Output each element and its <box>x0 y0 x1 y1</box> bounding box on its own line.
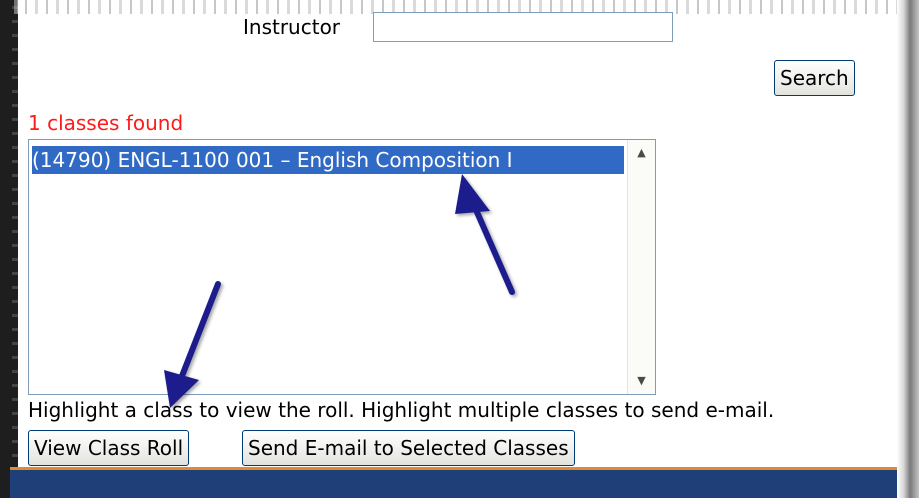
class-list-item-selected[interactable]: (14790) ENGL-1100 001 – English Composit… <box>32 146 624 174</box>
footer-band <box>10 467 897 498</box>
view-class-roll-button[interactable]: View Class Roll <box>28 430 190 466</box>
instructor-input[interactable] <box>373 12 673 42</box>
instruction-hint: Highlight a class to view the roll. High… <box>28 398 775 422</box>
classes-found-count: 1 classes found <box>28 111 184 135</box>
class-listbox[interactable]: (14790) ENGL-1100 001 – English Composit… <box>28 139 656 395</box>
scroll-up-arrow-icon[interactable]: ▲ <box>628 142 655 164</box>
send-email-button[interactable]: Send E-mail to Selected Classes <box>242 430 575 466</box>
torn-edge-left <box>0 0 18 498</box>
scroll-down-arrow-icon[interactable]: ▼ <box>628 370 655 392</box>
listbox-scrollbar[interactable]: ▲ ▼ <box>627 140 655 394</box>
instructor-label: Instructor <box>243 15 341 39</box>
search-button[interactable]: Search <box>774 60 855 96</box>
torn-edge-right <box>897 0 919 498</box>
